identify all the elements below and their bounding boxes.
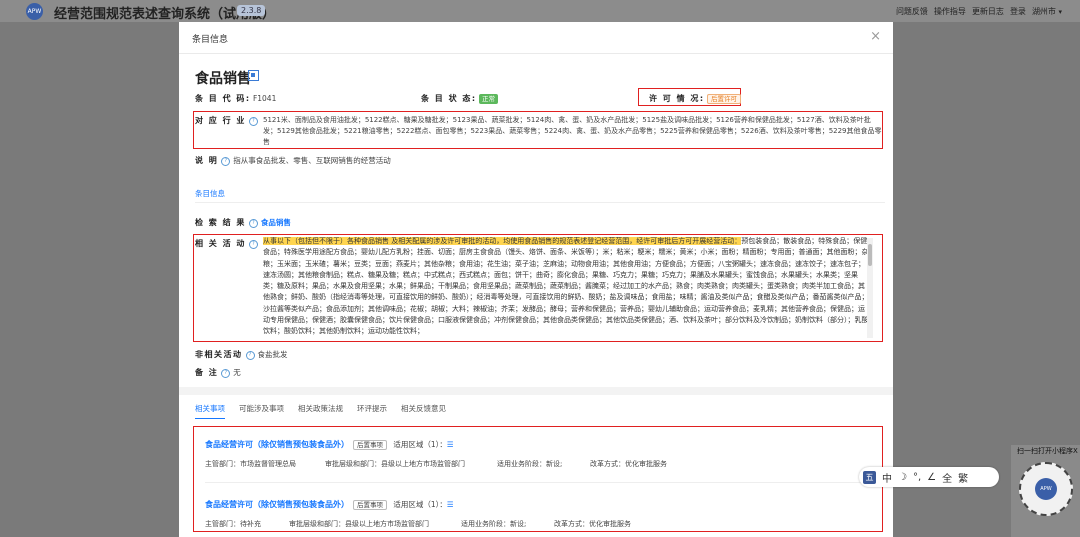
wechat-label: 扫一扫打开小程序X	[1017, 447, 1078, 455]
entry-code: F1041	[252, 94, 277, 103]
help-icon[interactable]: ?	[248, 239, 258, 249]
help-icon[interactable]: ?	[248, 116, 258, 126]
card-dept: 主管部门：待补充	[205, 520, 261, 528]
card-scope: 适用区域（1）：	[393, 500, 447, 509]
card-title-row: 食品经营许可（除仅销售预包装食品外） 后置事项 适用区域（1）：☰	[205, 499, 454, 510]
guide-link[interactable]: 操作指导	[934, 6, 966, 17]
ime-punct-icon[interactable]: °,	[913, 472, 921, 483]
note-text: 无	[233, 368, 241, 377]
close-icon[interactable]: ×	[870, 29, 881, 44]
ime-pen-icon[interactable]: ∠	[927, 472, 936, 483]
app-logo-icon: APW	[1035, 478, 1057, 500]
ime-toolbar[interactable]: 五 中 ☽ °, ∠ 全 繁	[859, 467, 999, 487]
card-title[interactable]: 食品经营许可（除仅销售预包装食品外）	[205, 440, 349, 449]
activities-label-row: 相 关 活 动?	[195, 238, 261, 249]
card-scope: 适用区域（1）：	[393, 440, 447, 449]
status-row: 条 目 状 态: 正常	[421, 93, 498, 104]
entry-info-modal: 条目信息 × 食品销售 条 目 代 码: F1041 条 目 状 态: 正常 许…	[179, 22, 893, 537]
card-title[interactable]: 食品经营许可（除仅销售预包装食品外）	[205, 500, 349, 509]
qrcode-icon[interactable]	[248, 70, 259, 81]
permit-row: 许 可 情 况: 后置许可	[649, 93, 741, 104]
card-tag: 后置事项	[353, 500, 387, 510]
tab-eia-tips[interactable]: 环评提示	[357, 403, 387, 419]
nonrelated-text: 食盐批发	[257, 350, 288, 359]
wechat-qrcode[interactable]: APW	[1019, 462, 1073, 516]
ime-traditional-button[interactable]: 繁	[958, 470, 968, 485]
desc-row: 说 明? 指从事食品批发、零售、互联网销售的经营活动	[195, 156, 391, 166]
help-icon[interactable]: ?	[221, 368, 231, 378]
card-reform: 改革方式：优化审批服务	[590, 460, 667, 468]
modal-title: 条目信息	[192, 35, 229, 45]
list-icon[interactable]: ☰	[447, 500, 454, 509]
ime-logo-icon: 五	[863, 470, 876, 484]
entry-name: 食品销售	[195, 71, 251, 87]
tab-entry-info[interactable]: 条目信息	[195, 188, 225, 203]
login-link[interactable]: 登录	[1010, 6, 1026, 17]
changelog-link[interactable]: 更新日志	[972, 6, 1004, 17]
tab-feedback[interactable]: 相关反馈意见	[401, 403, 446, 419]
industry-label-row: 对 应 行 业?	[195, 115, 261, 126]
modal-header: 条目信息 ×	[179, 22, 893, 54]
tab-possible-items[interactable]: 可能涉及事项	[239, 403, 284, 419]
card-tag: 后置事项	[353, 440, 387, 450]
ime-fullwidth-button[interactable]: 全	[942, 470, 952, 485]
card-level: 审批层级和部门：县级以上地方市场监管部门	[325, 460, 465, 468]
divider	[195, 202, 885, 203]
city-selector[interactable]: 湖州市 ▾	[1032, 6, 1062, 17]
card-stage: 适用业务阶段：新设;	[461, 520, 527, 528]
nonrelated-row: 非相关活动? 食盐批发	[195, 350, 288, 360]
divider	[205, 482, 873, 483]
activities-highlight: 从事以下（包括但不限于）各种食品销售 及相关配属的涉及许可审批的活动，均使用食品…	[263, 237, 742, 245]
ime-lang-button[interactable]: 中	[882, 470, 892, 485]
ime-moon-icon[interactable]: ☽	[898, 472, 907, 483]
help-icon[interactable]: ?	[248, 218, 258, 228]
wechat-close-icon[interactable]: X	[1073, 447, 1078, 455]
feedback-link[interactable]: 问题反馈	[896, 6, 928, 17]
help-icon[interactable]: ?	[221, 156, 231, 166]
desc-text: 指从事食品批发、零售、互联网销售的经营活动	[233, 156, 391, 165]
note-row: 备 注? 无	[195, 368, 241, 378]
search-row: 检 索 结 果? 食品销售	[195, 218, 291, 228]
card-dept: 主管部门：市场监督管理总局	[205, 460, 296, 468]
help-icon[interactable]: ?	[245, 350, 255, 360]
code-row: 条 目 代 码: F1041	[195, 94, 277, 103]
card-title-row: 食品经营许可（除仅销售预包装食品外） 后置事项 适用区域（1）：☰	[205, 439, 454, 450]
status-badge: 正常	[478, 94, 498, 104]
list-icon[interactable]: ☰	[447, 440, 454, 449]
activities-scrollbar[interactable]	[867, 238, 873, 338]
chevron-down-icon: ▾	[1058, 8, 1062, 16]
section-divider	[179, 387, 893, 395]
permit-badge: 后置许可	[706, 94, 741, 104]
activities-rest: 预包装食品；散装食品；特殊食品；保健食品；特殊医学用途配方食品；婴幼儿配方乳粉；…	[263, 237, 869, 336]
scroll-thumb[interactable]	[868, 244, 872, 266]
card-level: 审批层级和部门：县级以上地方市场监管部门	[289, 520, 429, 528]
tab-related-items[interactable]: 相关事项	[195, 403, 225, 419]
card-reform: 改革方式：优化审批服务	[554, 520, 631, 528]
tab-policies[interactable]: 相关政策法规	[298, 403, 343, 419]
card-stage: 适用业务阶段：新设;	[497, 460, 563, 468]
app-logo-icon: APW	[26, 3, 43, 20]
version-badge: 2.3.8	[237, 5, 266, 16]
industry-text: 5121米、面制品及食用油批发；5122糕点、糖果及糖批发；5123果品、蔬菜批…	[263, 116, 882, 146]
top-bar: APW 经营范围规范表述查询系统（试用版） 2.3.8 问题反馈 操作指导 更新…	[0, 0, 1080, 22]
search-result-link[interactable]: 食品销售	[261, 218, 291, 227]
activities-text[interactable]: 从事以下（包括但不限于）各种食品销售 及相关配属的涉及许可审批的活动，均使用食品…	[263, 236, 869, 338]
top-links: 问题反馈 操作指导 更新日志 登录 湖州市 ▾	[896, 6, 1062, 17]
related-tabs: 相关事项 可能涉及事项 相关政策法规 环评提示 相关反馈意见	[195, 403, 446, 419]
